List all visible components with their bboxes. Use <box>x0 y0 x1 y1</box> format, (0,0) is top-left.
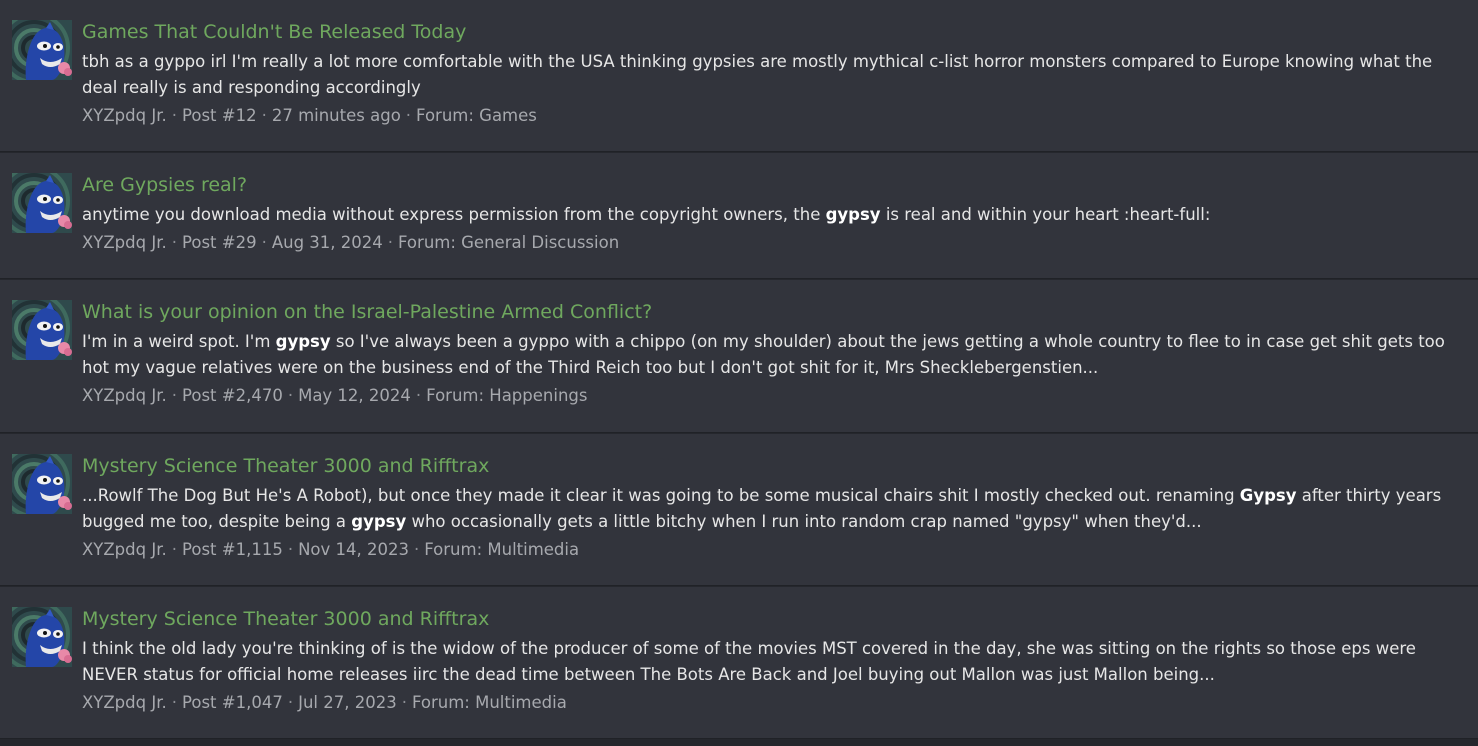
search-term-highlight: gypsy <box>275 332 331 351</box>
luchador-mask-avatar <box>12 20 72 80</box>
separator-dot: · <box>401 693 407 712</box>
search-result: Are Gypsies real? anytime you download m… <box>0 153 1478 279</box>
post-date: 27 minutes ago <box>271 106 401 125</box>
result-body: Mystery Science Theater 3000 and Rifftra… <box>82 453 1468 561</box>
post-number-link[interactable]: Post #1,047 <box>182 693 283 712</box>
search-term-highlight: Gypsy <box>1239 486 1297 505</box>
search-term-highlight: gypsy <box>825 205 881 224</box>
search-result: Games That Couldn't Be Released Today tb… <box>0 0 1478 152</box>
search-result: Mystery Science Theater 3000 and Rifftra… <box>0 434 1478 586</box>
result-body: Games That Couldn't Be Released Today tb… <box>82 19 1468 127</box>
post-number-link[interactable]: Post #12 <box>182 106 257 125</box>
avatar[interactable] <box>12 173 72 233</box>
post-meta: XYZpdq Jr. · Post #29 · Aug 31, 2024 · Forum: … <box>82 232 1468 254</box>
post-meta: XYZpdq Jr. · Post #1,047 · Jul 27, 2023 · Foru… <box>82 692 1468 714</box>
snippet-text: ...Rowlf The Dog But He's A Robot), but … <box>82 486 1240 505</box>
separator-dot: · <box>171 233 177 252</box>
thread-title-link[interactable]: Mystery Science Theater 3000 and Rifftra… <box>82 606 1468 632</box>
separator-dot: · <box>171 386 177 405</box>
separator-dot: · <box>171 693 177 712</box>
search-result: Mystery Science Theater 3000 and Rifftra… <box>0 587 1478 739</box>
result-body: Are Gypsies real? anytime you download m… <box>82 172 1468 254</box>
separator-dot: · <box>405 106 412 125</box>
thread-title-link[interactable]: What is your opinion on the Israel-Pales… <box>82 299 1468 325</box>
search-result: What is your opinion on the Israel-Pales… <box>0 280 1478 433</box>
snippet-text: I'm in a weird spot. I'm <box>82 332 276 351</box>
separator-dot: · <box>171 106 177 125</box>
search-results-list: Games That Couldn't Be Released Today tb… <box>0 0 1478 746</box>
luchador-mask-avatar <box>12 173 72 233</box>
separator-dot: · <box>415 386 422 405</box>
avatar[interactable] <box>12 454 72 514</box>
post-snippet: ...Rowlf The Dog But He's A Robot), but … <box>82 483 1468 535</box>
snippet-text: I think the old lady you're thinking of … <box>82 639 1416 684</box>
author-link[interactable]: XYZpdq Jr. <box>82 693 167 712</box>
post-snippet: anytime you download media without expre… <box>82 202 1468 228</box>
post-meta: XYZpdq Jr. · Post #12 · 27 minutes ago · Forum… <box>82 105 1468 127</box>
avatar[interactable] <box>12 607 72 667</box>
result-body: Mystery Science Theater 3000 and Rifftra… <box>82 606 1468 714</box>
snippet-text: who occasionally gets a little bitchy wh… <box>406 512 1202 531</box>
post-meta: XYZpdq Jr. · Post #1,115 · Nov 14, 2023 · Foru… <box>82 539 1468 561</box>
separator-dot: · <box>287 693 294 712</box>
separator-dot: · <box>387 233 394 252</box>
luchador-mask-avatar <box>12 607 72 667</box>
separator-dot: · <box>287 540 294 559</box>
forum-link[interactable]: Forum: Multimedia <box>424 540 579 559</box>
snippet-text: anytime you download media without expre… <box>82 205 826 224</box>
separator-dot: · <box>261 233 267 252</box>
post-snippet: I think the old lady you're thinking of … <box>82 636 1468 688</box>
forum-link[interactable]: Forum: Happenings <box>426 386 587 405</box>
search-term-highlight: gypsy <box>351 512 407 531</box>
author-link[interactable]: XYZpdq Jr. <box>82 386 167 405</box>
luchador-mask-avatar <box>12 454 72 514</box>
separator-dot: · <box>261 106 267 125</box>
separator-dot: · <box>287 386 294 405</box>
post-number-link[interactable]: Post #1,115 <box>182 540 283 559</box>
luchador-mask-avatar <box>12 300 72 360</box>
forum-link[interactable]: Forum: Multimedia <box>412 693 567 712</box>
author-link[interactable]: XYZpdq Jr. <box>82 106 167 125</box>
forum-link[interactable]: Forum: Games <box>416 106 537 125</box>
post-date: Jul 27, 2023 <box>298 693 397 712</box>
author-link[interactable]: XYZpdq Jr. <box>82 540 167 559</box>
avatar[interactable] <box>12 300 72 360</box>
thread-title-link[interactable]: Are Gypsies real? <box>82 172 1468 198</box>
snippet-text: is real and within your heart :heart-ful… <box>880 205 1211 224</box>
post-meta: XYZpdq Jr. · Post #2,470 · May 12, 2024 · Foru… <box>82 385 1468 407</box>
post-snippet: tbh as a gyppo irl I'm really a lot more… <box>82 49 1468 101</box>
thread-title-link[interactable]: Games That Couldn't Be Released Today <box>82 19 1468 45</box>
post-date: Aug 31, 2024 <box>271 233 383 252</box>
snippet-text: tbh as a gyppo irl I'm really a lot more… <box>82 52 1433 97</box>
separator-dot: · <box>414 540 420 559</box>
forum-link[interactable]: Forum: General Discussion <box>398 233 619 252</box>
post-date: Nov 14, 2023 <box>298 540 410 559</box>
post-number-link[interactable]: Post #2,470 <box>182 386 283 405</box>
author-link[interactable]: XYZpdq Jr. <box>82 233 167 252</box>
result-body: What is your opinion on the Israel-Pales… <box>82 299 1468 407</box>
avatar[interactable] <box>12 20 72 80</box>
post-date: May 12, 2024 <box>298 386 411 405</box>
thread-title-link[interactable]: Mystery Science Theater 3000 and Rifftra… <box>82 453 1468 479</box>
post-number-link[interactable]: Post #29 <box>182 233 257 252</box>
separator-dot: · <box>171 540 177 559</box>
post-snippet: I'm in a weird spot. I'm gypsy so I've a… <box>82 329 1468 381</box>
